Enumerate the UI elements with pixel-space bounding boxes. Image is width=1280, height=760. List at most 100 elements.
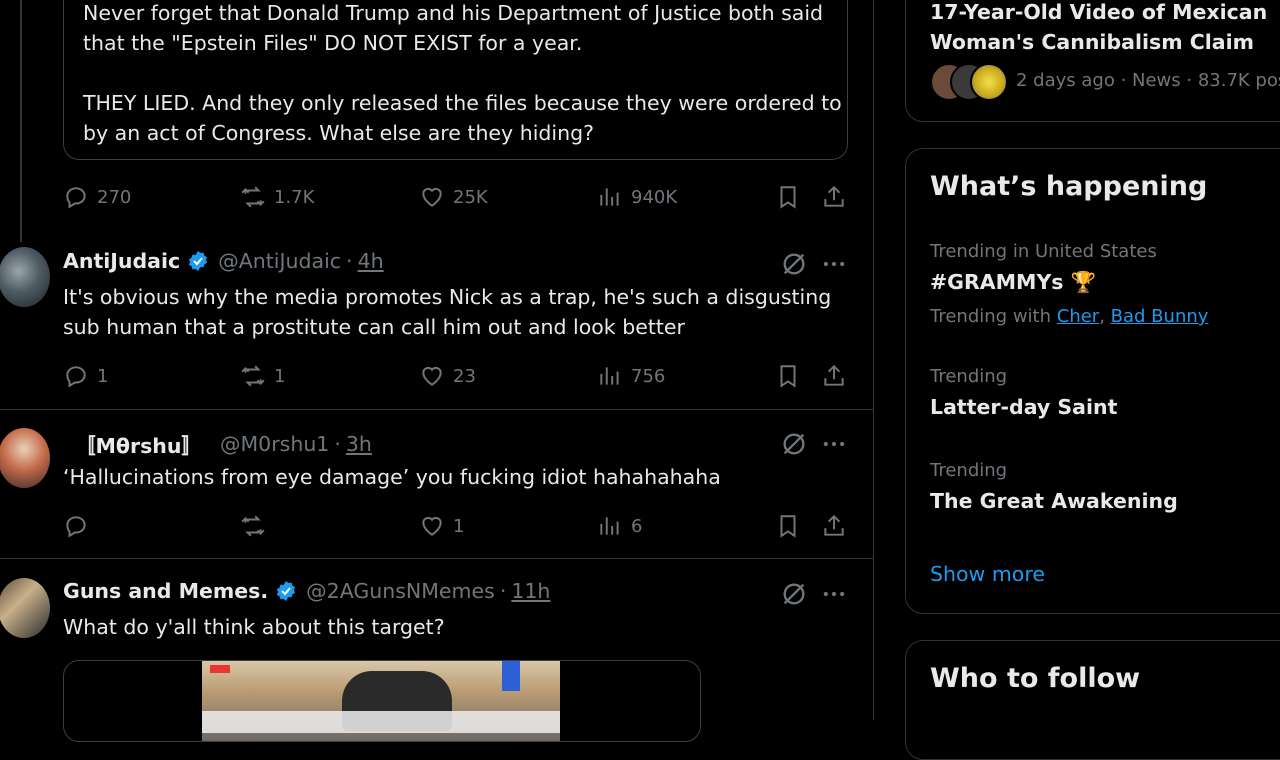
display-name[interactable]: 〚Mθrshu〛 xyxy=(75,429,202,459)
like-button[interactable]: 25K xyxy=(419,177,488,217)
trend-with-prefix: Trending with xyxy=(930,306,1052,327)
reply-button[interactable]: 270 xyxy=(63,177,131,217)
separator-dot: · xyxy=(334,432,341,456)
post-actions: 1 6 xyxy=(63,506,853,546)
avatar[interactable] xyxy=(0,428,50,488)
trend-name: #GRAMMYs 🏆 xyxy=(930,270,1097,294)
like-count: 23 xyxy=(453,365,476,387)
views-count: 6 xyxy=(631,515,643,537)
views-icon xyxy=(600,517,619,535)
reply-count: 1 xyxy=(97,365,109,387)
views-count: 756 xyxy=(631,365,666,387)
avatar xyxy=(970,63,1008,101)
reply-button[interactable]: 1 xyxy=(63,356,108,396)
handle[interactable]: @2AGunsNMemes xyxy=(306,579,495,603)
thread-line xyxy=(20,0,22,242)
show-more-link[interactable]: Show more xyxy=(930,562,1045,586)
bookmark-icon xyxy=(780,186,796,209)
bookmark-icon xyxy=(780,365,796,388)
reply-icon xyxy=(66,516,86,538)
trend-label: Trending xyxy=(930,460,1008,481)
divider xyxy=(0,409,873,410)
quoted-post-card[interactable]: Never forget that Donald Trump and his D… xyxy=(63,0,848,160)
who-to-follow-card: Who to follow xyxy=(905,640,1280,760)
trend-name: The Great Awakening xyxy=(930,489,1178,513)
heart-icon xyxy=(422,516,442,536)
post-actions: 270 1.7K 25K 940K xyxy=(63,177,853,217)
views-button[interactable]: 6 xyxy=(597,506,642,546)
repost-icon xyxy=(241,365,265,387)
trend-label: Trending in United States xyxy=(930,241,1157,262)
separator-dot: · xyxy=(346,249,353,273)
timeline: Never forget that Donald Trump and his D… xyxy=(0,0,874,742)
display-name[interactable]: Guns and Memes. xyxy=(63,579,268,603)
like-button[interactable]: 23 xyxy=(419,356,476,396)
divider xyxy=(0,558,873,559)
share-button[interactable] xyxy=(821,356,847,396)
bookmark-button[interactable] xyxy=(775,177,801,217)
share-icon xyxy=(824,514,844,536)
verified-badge-icon xyxy=(189,251,208,271)
more-icon[interactable] xyxy=(820,430,848,458)
share-button[interactable] xyxy=(821,506,847,546)
grok-icon[interactable] xyxy=(780,250,808,278)
views-button[interactable]: 756 xyxy=(597,356,665,396)
verified-badge-icon xyxy=(277,581,296,601)
timestamp[interactable]: 4h xyxy=(358,249,384,273)
share-icon xyxy=(824,185,844,207)
media-image xyxy=(202,661,560,741)
tweet-text: What do y'all think about this target? xyxy=(63,615,445,639)
reply-icon xyxy=(66,187,86,209)
tweet-header: 〚Mθrshu〛 @M0rshu1 · 3h xyxy=(63,429,372,459)
trend-with-link-cher[interactable]: Cher xyxy=(1057,306,1099,327)
like-button[interactable]: 1 xyxy=(419,506,464,546)
quoted-post-text: Never forget that Donald Trump and his D… xyxy=(83,1,842,145)
tweet-media[interactable] xyxy=(63,660,701,742)
bookmark-button[interactable] xyxy=(775,506,801,546)
repost-button[interactable] xyxy=(240,506,266,546)
tweet-text: ‘Hallucinations from eye damage’ you fuc… xyxy=(63,465,721,489)
heart-icon xyxy=(422,366,442,386)
repost-button[interactable]: 1 xyxy=(240,356,285,396)
more-icon[interactable] xyxy=(820,580,848,608)
grok-icon[interactable] xyxy=(780,430,808,458)
share-icon xyxy=(824,364,844,386)
bookmark-icon xyxy=(780,515,796,538)
views-button[interactable]: 940K xyxy=(597,177,677,217)
like-count: 25K xyxy=(453,186,488,208)
reply-button[interactable] xyxy=(63,506,89,546)
avatar[interactable] xyxy=(0,578,50,638)
tweet-header: AntiJudaic @AntiJudaic · 4h xyxy=(63,249,384,273)
like-count: 1 xyxy=(453,515,465,537)
views-icon xyxy=(600,367,619,385)
trend-label: Trending xyxy=(930,366,1008,387)
news-meta: 2 days ago · News · 83.7K posts xyxy=(1016,70,1280,91)
repost-icon xyxy=(241,186,265,208)
timestamp[interactable]: 3h xyxy=(346,432,372,456)
grok-icon[interactable] xyxy=(780,580,808,608)
reply-count: 270 xyxy=(97,186,132,208)
repost-icon xyxy=(241,515,265,537)
trend-with: Trending with Cher, Bad Bunny xyxy=(930,306,1209,327)
tweet-header: Guns and Memes. @2AGunsNMemes · 11h xyxy=(63,579,550,603)
post-actions: 1 1 23 756 xyxy=(63,356,853,396)
views-icon xyxy=(600,188,619,206)
display-name[interactable]: AntiJudaic xyxy=(63,249,180,273)
trend-name: Latter-day Saint xyxy=(930,395,1118,419)
news-card[interactable]: 17-Year-Old Video of Mexican Woman's Can… xyxy=(905,0,1280,122)
section-title: Who to follow xyxy=(930,663,1141,694)
handle[interactable]: @AntiJudaic xyxy=(218,249,341,273)
repost-button[interactable]: 1.7K xyxy=(240,177,314,217)
handle[interactable]: @M0rshu1 xyxy=(220,432,329,456)
bookmark-button[interactable] xyxy=(775,356,801,396)
timestamp[interactable]: 11h xyxy=(511,579,550,603)
whats-happening-card: What’s happening Trending in United Stat… xyxy=(905,148,1280,614)
reply-icon xyxy=(66,366,86,388)
section-title: What’s happening xyxy=(930,171,1208,202)
repost-count: 1 xyxy=(274,365,286,387)
share-button[interactable] xyxy=(821,177,847,217)
more-icon[interactable] xyxy=(820,250,848,278)
avatar[interactable] xyxy=(0,247,50,307)
heart-icon xyxy=(422,187,442,207)
trend-with-link-bad-bunny[interactable]: Bad Bunny xyxy=(1111,306,1209,327)
